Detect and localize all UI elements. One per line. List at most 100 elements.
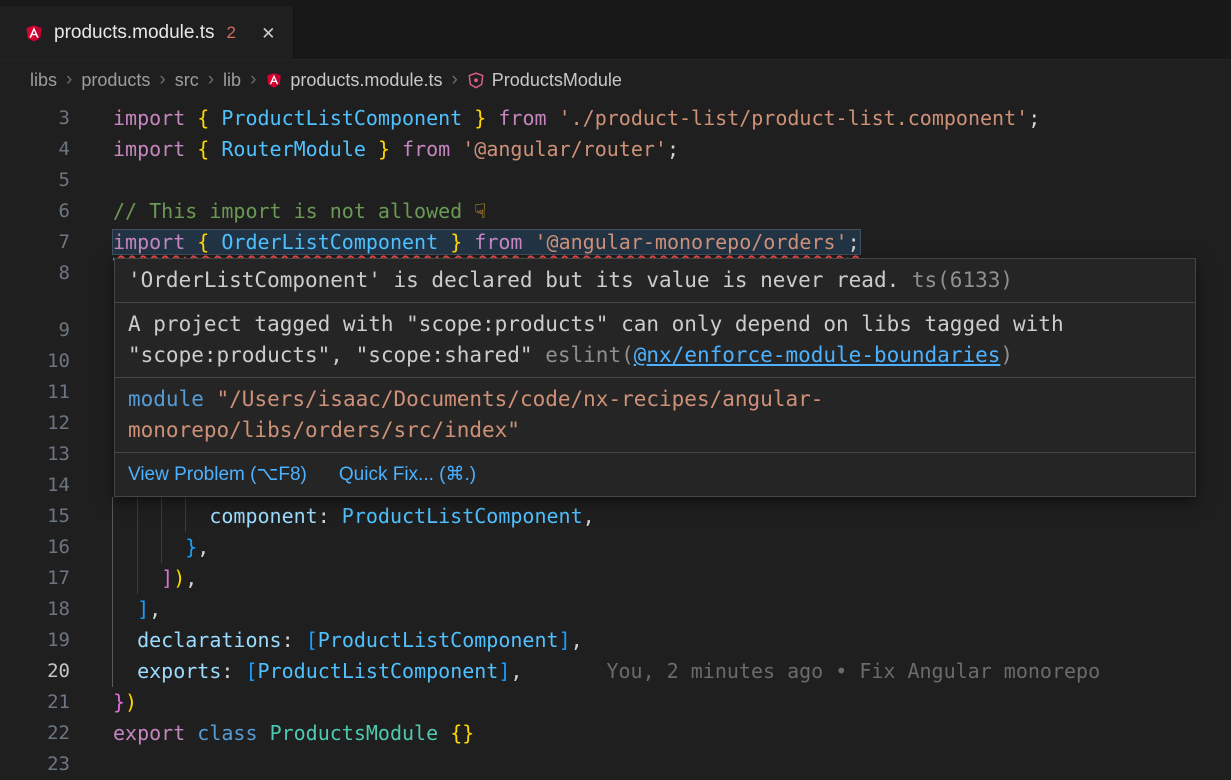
token: , — [149, 597, 161, 621]
token: , — [510, 659, 522, 683]
breadcrumb-item-productsmodule[interactable]: ProductsModule — [467, 70, 622, 91]
token — [486, 106, 498, 130]
token: : — [221, 659, 245, 683]
code-line[interactable]: 20 exports: [ProductListComponent],You, … — [0, 656, 1231, 687]
tab-bar: products.module.ts 2 ✕ — [0, 0, 1231, 60]
breadcrumb-label: products.module.ts — [290, 70, 442, 91]
token: ProductListComponent — [258, 659, 499, 683]
token: , — [571, 628, 583, 652]
breadcrumb: libs › products › src › lib › products.module.t… — [0, 60, 1231, 100]
token: '@angular/router' — [462, 137, 667, 161]
code-text — [90, 346, 113, 377]
breadcrumb-label: products — [81, 70, 150, 91]
token: , — [185, 566, 197, 590]
chevron-right-icon: › — [159, 69, 165, 91]
line-number: 14 — [0, 470, 90, 501]
angular-icon — [265, 71, 283, 89]
ts-error-message: 'OrderListComponent' is declared but its… — [128, 268, 912, 292]
token: ☟ — [474, 199, 486, 223]
line-number: 10 — [0, 346, 90, 377]
code-line[interactable]: 7import { OrderListComponent } from '@an… — [0, 227, 1231, 258]
code-line[interactable]: 6// This import is not allowed ☟ — [0, 196, 1231, 227]
token: ] — [498, 659, 510, 683]
breadcrumb-item-products-module-ts[interactable]: products.module.ts — [265, 70, 442, 91]
breadcrumb-item-products[interactable]: products — [81, 70, 150, 91]
line-number: 23 — [0, 749, 90, 780]
token — [113, 597, 137, 621]
hover-actions: View Problem (⌥F8) Quick Fix... (⌘.) — [115, 453, 1195, 496]
token: ) — [173, 566, 185, 590]
token — [438, 721, 450, 745]
code-line[interactable]: 23 — [0, 749, 1231, 780]
token: ] — [137, 597, 149, 621]
token — [185, 230, 197, 254]
line-number: 4 — [0, 134, 90, 165]
breadcrumb-item-libs[interactable]: libs — [30, 70, 57, 91]
token — [390, 137, 402, 161]
breadcrumb-item-src[interactable]: src — [175, 70, 199, 91]
code-line[interactable]: 21}) — [0, 687, 1231, 718]
breadcrumb-label: libs — [30, 70, 57, 91]
token — [547, 106, 559, 130]
code-line[interactable]: 3import { ProductListComponent } from '.… — [0, 103, 1231, 134]
hover-ts-error: 'OrderListComponent' is declared but its… — [115, 259, 1195, 303]
token — [185, 721, 197, 745]
token: ; — [667, 137, 679, 161]
token — [209, 230, 221, 254]
token: import — [113, 137, 185, 161]
code-line[interactable]: 5 — [0, 165, 1231, 196]
line-number: 16 — [0, 532, 90, 563]
close-icon[interactable]: ✕ — [262, 22, 275, 43]
line-number: 13 — [0, 439, 90, 470]
line-number: 18 — [0, 594, 90, 625]
code-line[interactable]: 15 component: ProductListComponent, — [0, 501, 1231, 532]
code-text: export class ProductsModule {} — [90, 718, 474, 749]
token: {} — [450, 721, 474, 745]
line-number: 5 — [0, 165, 90, 196]
token: { — [197, 230, 209, 254]
token: , — [197, 535, 209, 559]
angular-icon — [24, 23, 44, 43]
token: ProductListComponent — [342, 504, 583, 528]
eslint-rule-link[interactable]: @nx/enforce-module-boundaries — [634, 343, 1001, 367]
line-number: 22 — [0, 718, 90, 749]
editor: 3import { ProductListComponent } from '.… — [0, 100, 1231, 780]
code-text — [90, 377, 113, 408]
line-number: 12 — [0, 408, 90, 439]
token — [366, 137, 378, 161]
token: { — [197, 137, 209, 161]
code-text: }, — [90, 532, 209, 563]
token — [450, 137, 462, 161]
chevron-right-icon: › — [208, 69, 214, 91]
code-text — [90, 165, 113, 196]
code-text: component: ProductListComponent, — [90, 501, 595, 532]
line-number: 3 — [0, 103, 90, 134]
chevron-right-icon: › — [250, 69, 256, 91]
token: ] — [559, 628, 571, 652]
token: exports — [137, 659, 221, 683]
ts-error-code: ts(6133) — [912, 268, 1013, 292]
code-line[interactable]: 22export class ProductsModule {} — [0, 718, 1231, 749]
module-keyword: module — [128, 387, 204, 411]
tab-products-module[interactable]: products.module.ts 2 ✕ — [0, 6, 294, 59]
code-text: import { ProductListComponent } from './… — [90, 103, 1040, 134]
chevron-right-icon: › — [66, 69, 72, 91]
code-text — [90, 408, 113, 439]
line-number: 19 — [0, 625, 90, 656]
code-line[interactable]: 19 declarations: [ProductListComponent], — [0, 625, 1231, 656]
token: ProductListComponent — [221, 106, 462, 130]
line-number: 20 — [0, 656, 90, 687]
code-line[interactable]: 4import { RouterModule } from '@angular/… — [0, 134, 1231, 165]
token: from — [402, 137, 450, 161]
code-line[interactable]: 18 ], — [0, 594, 1231, 625]
line-number: 9 — [0, 315, 90, 346]
view-problem-link[interactable]: View Problem (⌥F8) — [128, 459, 307, 490]
breadcrumb-item-lib[interactable]: lib — [223, 70, 241, 91]
token — [209, 106, 221, 130]
quick-fix-link[interactable]: Quick Fix... (⌘.) — [339, 459, 476, 490]
token: , — [583, 504, 595, 528]
token: './product-list/product-list.component' — [559, 106, 1029, 130]
code-line[interactable]: 17 ]), — [0, 563, 1231, 594]
code-line[interactable]: 16 }, — [0, 532, 1231, 563]
module-path-line1: "/Users/isaac/Documents/code/nx-recipes/… — [217, 387, 824, 411]
